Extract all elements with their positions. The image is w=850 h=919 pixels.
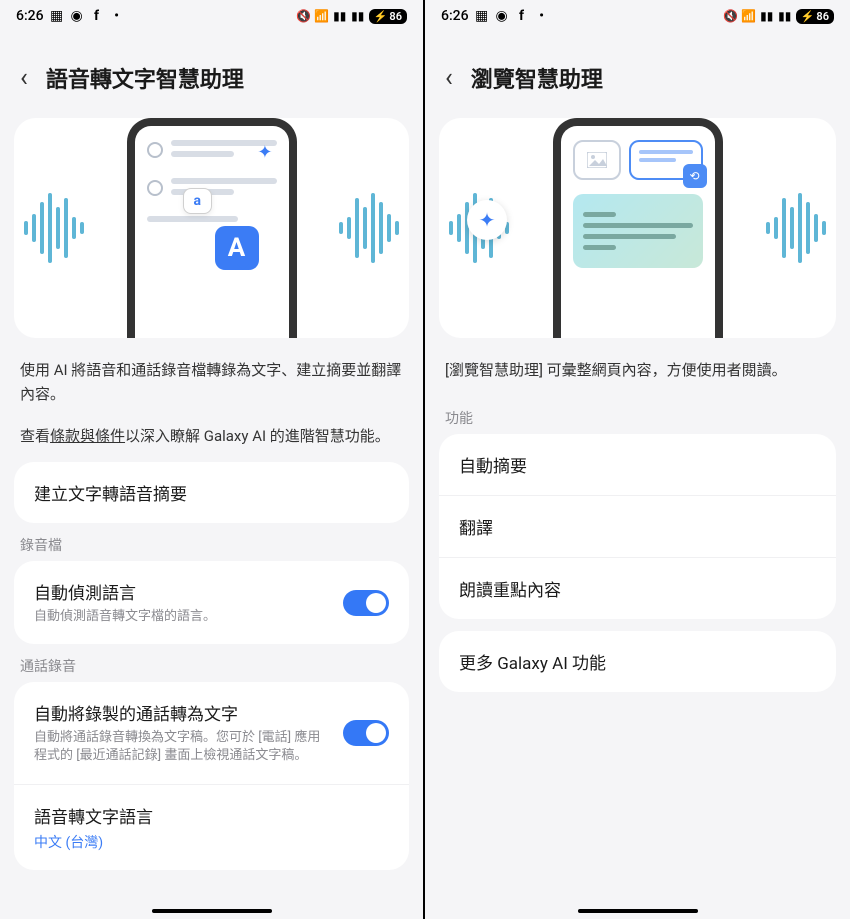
- sparkle-icon: ✦: [467, 200, 507, 240]
- image-placeholder-icon: [573, 140, 621, 180]
- back-button[interactable]: ‹: [445, 65, 453, 91]
- section-call-recording: 通話錄音: [0, 644, 423, 682]
- pokemon-icon: ◉: [495, 9, 509, 23]
- back-button[interactable]: ‹: [20, 65, 28, 91]
- description: [瀏覽智慧助理] 可彙整網頁內容，方便使用者閱讀。: [425, 354, 850, 396]
- signal2-icon: ▮▮: [778, 9, 792, 23]
- card-features: 自動摘要 翻譯 朗讀重點內容: [439, 434, 836, 619]
- signal-icon: ▮▮: [333, 9, 347, 23]
- screen-voice-assist: 6:26 ▦ ◉ f • 🔇 📶 ▮▮ ▮▮ ⚡86 ‹ 語音轉文字智慧助理 ✦: [0, 0, 425, 919]
- signal-icon: ▮▮: [760, 9, 774, 23]
- header: ‹ 瀏覽智慧助理: [425, 32, 850, 108]
- more-icon: •: [535, 9, 549, 23]
- item-transcribe-language[interactable]: 語音轉文字語言 中文 (台灣): [14, 784, 409, 870]
- mute-icon: 🔇: [724, 9, 738, 23]
- item-auto-detect-language[interactable]: 自動偵測語言 自動偵測語音轉文字檔的語言。: [14, 561, 409, 644]
- wifi-icon: 📶: [315, 9, 329, 23]
- toggle-auto-detect[interactable]: [343, 590, 389, 616]
- status-bar: 6:26 ▦ ◉ f • 🔇 📶 ▮▮ ▮▮ ⚡86: [425, 0, 850, 32]
- hero-illustration: ✦ a A: [14, 118, 409, 338]
- page-title: 瀏覽智慧助理: [471, 62, 603, 94]
- item-auto-transcribe[interactable]: 自動將錄製的通話轉為文字 自動將通話錄音轉換為文字稿。您可於 [電話] 應用程式…: [14, 682, 409, 783]
- hero-illustration: ⟲ ✦: [439, 118, 836, 338]
- toggle-auto-transcribe[interactable]: [343, 720, 389, 746]
- mute-icon: 🔇: [297, 9, 311, 23]
- status-bar: 6:26 ▦ ◉ f • 🔇 📶 ▮▮ ▮▮ ⚡86: [0, 0, 423, 32]
- bubble-uppercase-a: A: [215, 226, 259, 270]
- card-call-recording: 自動將錄製的通話轉為文字 自動將通話錄音轉換為文字稿。您可於 [電話] 應用程式…: [14, 682, 409, 869]
- sparkle-icon: ✦: [257, 142, 272, 163]
- description-2: 查看條款與條件以深入瞭解 Galaxy AI 的進階智慧功能。: [0, 420, 423, 462]
- card-recordings: 自動偵測語言 自動偵測語音轉文字檔的語言。: [14, 561, 409, 644]
- bubble-lowercase-a: a: [183, 188, 213, 214]
- more-icon: •: [110, 9, 124, 23]
- translate-icon: ⟲: [683, 164, 707, 188]
- screen-browse-assist: 6:26 ▦ ◉ f • 🔇 📶 ▮▮ ▮▮ ⚡86 ‹ 瀏覽智慧助理: [425, 0, 850, 919]
- description-1: 使用 AI 將語音和通話錄音檔轉錄為文字、建立摘要並翻譯內容。: [0, 354, 423, 420]
- item-translate[interactable]: 翻譯: [439, 495, 836, 557]
- item-more-galaxy-ai[interactable]: 更多 Galaxy AI 功能: [439, 631, 836, 692]
- terms-link[interactable]: 條款與條件: [50, 427, 125, 445]
- item-read-aloud[interactable]: 朗讀重點內容: [439, 557, 836, 619]
- page-title: 語音轉文字智慧助理: [46, 62, 244, 94]
- battery-badge: ⚡86: [796, 9, 834, 24]
- signal2-icon: ▮▮: [351, 9, 365, 23]
- battery-badge: ⚡86: [369, 9, 407, 24]
- pokemon-icon: ◉: [70, 9, 84, 23]
- header: ‹ 語音轉文字智慧助理: [0, 32, 423, 108]
- item-create-summary[interactable]: 建立文字轉語音摘要: [14, 462, 409, 523]
- facebook-icon: f: [515, 9, 529, 23]
- wifi-icon: 📶: [742, 9, 756, 23]
- item-auto-summary[interactable]: 自動摘要: [439, 434, 836, 495]
- facebook-icon: f: [90, 9, 104, 23]
- gallery-icon: ▦: [475, 9, 489, 23]
- section-features: 功能: [425, 396, 850, 434]
- nav-bar[interactable]: [578, 909, 698, 913]
- card-summary: 建立文字轉語音摘要: [14, 462, 409, 523]
- status-time: 6:26: [16, 8, 44, 24]
- status-time: 6:26: [441, 8, 469, 24]
- section-recordings: 錄音檔: [0, 523, 423, 561]
- card-more: 更多 Galaxy AI 功能: [439, 631, 836, 692]
- nav-bar[interactable]: [152, 909, 272, 913]
- gallery-icon: ▦: [50, 9, 64, 23]
